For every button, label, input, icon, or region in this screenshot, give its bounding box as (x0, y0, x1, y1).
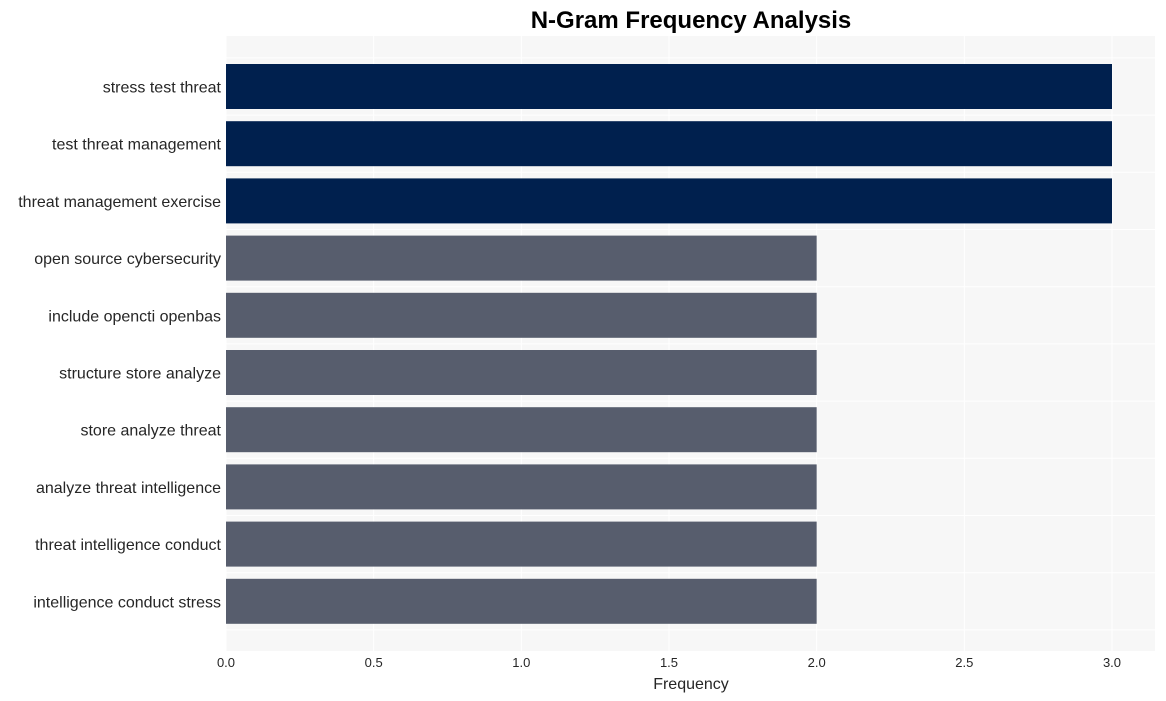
y-tick-label: include opencti openbas (48, 308, 221, 325)
y-tick-label: open source cybersecurity (34, 251, 221, 268)
bar (226, 407, 817, 453)
y-tick-label: stress test threat (103, 80, 222, 97)
y-tick-label: store analyze threat (80, 423, 221, 440)
bar (226, 350, 817, 395)
x-tick-label: 0.5 (365, 655, 383, 670)
bar (226, 464, 817, 510)
y-tick-label: test threat management (52, 137, 222, 154)
bar (226, 578, 817, 624)
y-tick-label: threat intelligence conduct (35, 537, 221, 554)
x-tick-label: 1.5 (660, 655, 678, 670)
bar (226, 178, 1112, 224)
y-tick-label: analyze threat intelligence (36, 480, 221, 497)
x-tick-label: 1.0 (512, 655, 530, 670)
y-tick-label: threat management exercise (18, 194, 221, 211)
chart-title: N-Gram Frequency Analysis (531, 7, 852, 34)
y-tick-label: intelligence conduct stress (33, 594, 221, 611)
x-tick-label: 0.0 (217, 655, 235, 670)
x-axis-label: Frequency (653, 676, 729, 693)
bar (226, 292, 817, 338)
bar (226, 235, 817, 281)
x-tick-label: 3.0 (1103, 655, 1121, 670)
x-axis-ticks: 0.0 0.5 1.0 1.5 2.0 2.5 3.0 (217, 655, 1121, 670)
bar (226, 121, 1112, 167)
bar (226, 64, 1112, 109)
ngram-bar-chart: stress test threat test threat management… (18, 7, 1155, 693)
x-tick-label: 2.0 (808, 655, 826, 670)
y-tick-label: structure store analyze (59, 366, 221, 383)
bar (226, 521, 817, 567)
x-tick-label: 2.5 (955, 655, 973, 670)
y-axis-labels: stress test threat test threat management… (18, 80, 221, 612)
